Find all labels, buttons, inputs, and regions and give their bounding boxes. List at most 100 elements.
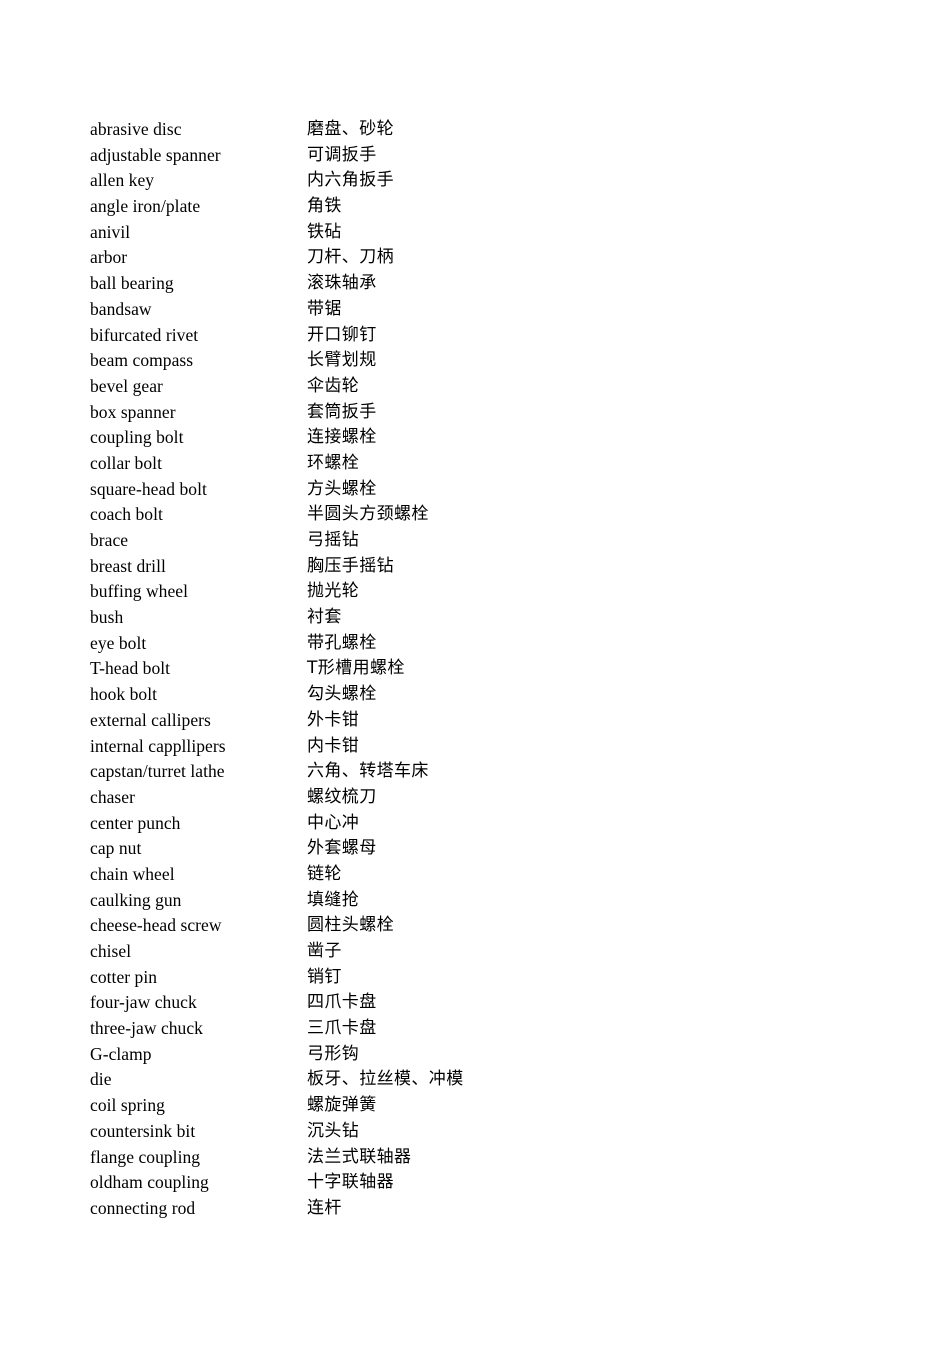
glossary-term-english: flange coupling: [90, 1146, 201, 1167]
glossary-entry: eye bolt 带孔螺栓: [90, 631, 870, 657]
glossary-entry: coach bolt 半圆头方颈螺栓: [90, 502, 870, 528]
glossary-term-chinese: 铁砧: [307, 221, 342, 242]
glossary-term-chinese: 圆柱头螺栓: [307, 915, 394, 936]
glossary-term-english: center punch: [90, 812, 181, 833]
glossary-term-english: square-head bolt: [90, 478, 207, 499]
glossary-term-chinese: 抛光轮: [307, 581, 360, 602]
glossary-entry: chain wheel 链轮: [90, 862, 870, 888]
glossary-term-english: abrasive disc: [90, 119, 182, 139]
glossary-term-chinese: 法兰式联轴器: [307, 1146, 412, 1167]
glossary-term-english: bifurcated rivet: [90, 324, 199, 345]
glossary-term-english: eye bolt: [90, 632, 147, 653]
glossary-term-chinese: 凿子: [307, 941, 342, 961]
glossary-term-english: bevel gear: [90, 375, 163, 396]
glossary-entry: T-head bolt T形槽用螺栓: [90, 656, 870, 682]
glossary-term-english: bandsaw: [90, 298, 152, 319]
glossary-term-english: connecting rod: [90, 1197, 196, 1218]
glossary-term-english: oldham coupling: [90, 1172, 209, 1193]
glossary-term-chinese: 开口铆钉: [307, 324, 377, 345]
glossary-term-english: cheese-head screw: [90, 915, 222, 936]
glossary-entry: arbor 刀杆、刀柄: [90, 245, 870, 271]
glossary-term-english: ball bearing: [90, 273, 174, 294]
glossary-entry: square-head bolt 方头螺栓: [90, 477, 870, 503]
glossary-term-english: T-head bolt: [90, 658, 171, 679]
glossary-entry: bevel gear 伞齿轮: [90, 374, 870, 400]
glossary-term-english: four-jaw chuck: [90, 992, 197, 1013]
glossary-term-chinese: 螺纹梳刀: [307, 786, 377, 807]
glossary-term-english: angle iron/plate: [90, 196, 201, 217]
glossary-term-chinese: 可调扳手: [307, 144, 377, 165]
glossary-entry: chisel 凿子: [90, 939, 870, 965]
glossary-term-english: internal cappllipers: [90, 735, 226, 756]
glossary-term-chinese: 内卡钳: [307, 735, 360, 756]
glossary-term-chinese: T形槽用螺栓: [307, 658, 405, 679]
glossary-term-english: box spanner: [90, 401, 176, 422]
glossary-entry: cheese-head screw 圆柱头螺栓: [90, 913, 870, 939]
glossary-term-chinese: 方头螺栓: [307, 478, 377, 499]
glossary-entry: center punch 中心冲: [90, 811, 870, 837]
glossary-term-chinese: 连杆: [307, 1197, 342, 1218]
glossary-entry: cap nut 外套螺母: [90, 836, 870, 862]
glossary-term-chinese: 连接螺栓: [307, 427, 377, 448]
glossary-term-english: anivil: [90, 221, 131, 242]
glossary-term-chinese: 磨盘、砂轮: [307, 119, 394, 139]
glossary-entry: abrasive disc 磨盘、砂轮: [90, 117, 870, 143]
glossary-term-english: capstan/turret lathe: [90, 761, 225, 782]
glossary-term-chinese: 带孔螺栓: [307, 632, 377, 653]
glossary-entry: bandsaw 带锯: [90, 297, 870, 323]
glossary-entry: angle iron/plate 角铁: [90, 194, 870, 220]
glossary-term-chinese: 滚珠轴承: [307, 273, 377, 294]
glossary-term-english: arbor: [90, 247, 128, 268]
glossary-entry: allen key 内六角扳手: [90, 168, 870, 194]
glossary-entry: oldham coupling 十字联轴器: [90, 1170, 870, 1196]
glossary-term-chinese: 弓形钩: [307, 1043, 360, 1064]
glossary-entry: hook bolt 勾头螺栓: [90, 682, 870, 708]
glossary-entry: box spanner 套筒扳手: [90, 400, 870, 426]
glossary-term-chinese: 环螺栓: [307, 452, 360, 473]
glossary-term-chinese: 伞齿轮: [307, 375, 360, 396]
glossary-term-chinese: 长臂划规: [307, 350, 377, 371]
glossary-term-chinese: 螺旋弹簧: [307, 1095, 377, 1116]
document-page: abrasive disc 磨盘、砂轮 adjustable spanner 可调扳手…: [0, 0, 950, 1345]
glossary-entry: buffing wheel 抛光轮: [90, 579, 870, 605]
glossary-entry: three-jaw chuck 三爪卡盘: [90, 1016, 870, 1042]
glossary-term-english: allen key: [90, 170, 155, 191]
glossary-entry: G-clamp 弓形钩: [90, 1042, 870, 1068]
glossary-term-chinese: 三爪卡盘: [307, 1018, 377, 1039]
glossary-term-chinese: 胸压手摇钻: [307, 555, 394, 576]
glossary-term-english: coil spring: [90, 1095, 165, 1116]
glossary-entry: beam compass 长臂划规: [90, 348, 870, 374]
glossary-entry: adjustable spanner 可调扳手: [90, 143, 870, 169]
glossary-term-english: G-clamp: [90, 1043, 152, 1064]
glossary-entry: internal cappllipers 内卡钳: [90, 734, 870, 760]
glossary-term-chinese: 半圆头方颈螺栓: [307, 504, 429, 525]
glossary-entry: breast drill 胸压手摇钻: [90, 554, 870, 580]
glossary-term-english: buffing wheel: [90, 581, 189, 602]
glossary-term-chinese: 内六角扳手: [307, 170, 394, 191]
glossary-term-chinese: 中心冲: [307, 812, 360, 833]
glossary-term-english: beam compass: [90, 350, 194, 371]
glossary-term-english: breast drill: [90, 555, 166, 576]
glossary-entry: die 板牙、拉丝模、冲模: [90, 1067, 870, 1093]
glossary-term-english: bush: [90, 607, 124, 628]
glossary-term-english: chaser: [90, 786, 135, 807]
glossary-term-english: cap nut: [90, 838, 142, 859]
glossary-entry: cotter pin 销钉: [90, 965, 870, 991]
glossary-entry: connecting rod 连杆: [90, 1196, 870, 1222]
glossary-entry: bush 衬套: [90, 605, 870, 631]
glossary-term-english: hook bolt: [90, 684, 158, 705]
glossary-term-english: caulking gun: [90, 889, 182, 910]
glossary-term-chinese: 套筒扳手: [307, 401, 377, 422]
glossary-term-chinese: 外卡钳: [307, 709, 360, 730]
glossary-list: abrasive disc 磨盘、砂轮 adjustable spanner 可调扳手…: [90, 117, 870, 1222]
glossary-term-chinese: 销钉: [307, 966, 342, 987]
glossary-term-chinese: 勾头螺栓: [307, 684, 377, 705]
glossary-term-english: brace: [90, 530, 129, 550]
glossary-entry: chaser 螺纹梳刀: [90, 785, 870, 811]
glossary-entry: coil spring 螺旋弹簧: [90, 1093, 870, 1119]
glossary-entry: collar bolt 环螺栓: [90, 451, 870, 477]
glossary-term-english: external callipers: [90, 709, 211, 730]
glossary-entry: caulking gun 填缝抢: [90, 888, 870, 914]
glossary-term-chinese: 填缝抢: [307, 889, 360, 910]
glossary-term-english: chain wheel: [90, 863, 175, 884]
